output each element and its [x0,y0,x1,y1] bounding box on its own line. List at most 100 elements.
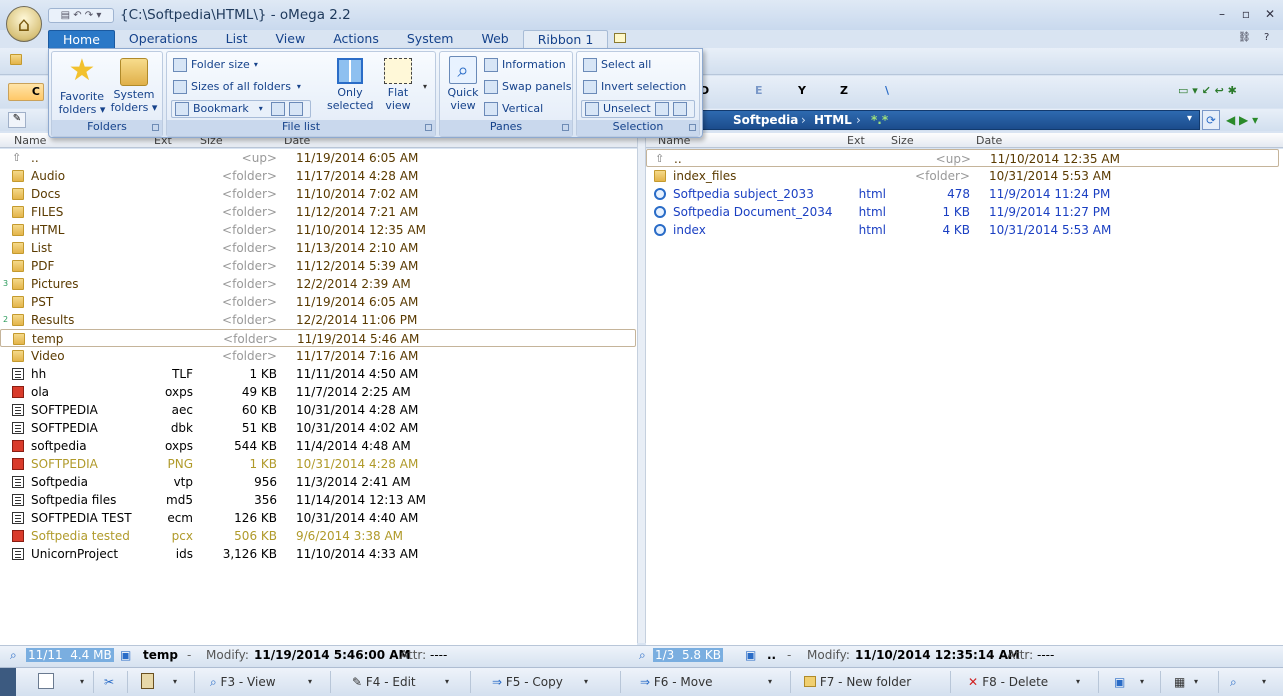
paste-icon[interactable] [141,673,154,689]
f8-delete-button[interactable]: ✕ F8 - Delete [968,673,1048,691]
flat-view-button[interactable]: Flat view [375,56,421,112]
bookmark-add-icon[interactable] [270,102,285,116]
col-size[interactable]: Size [891,134,914,147]
left-file-row[interactable]: Softpedia vtp 956 11/3/2014 2:41 AM [0,473,636,491]
copy-files-icon[interactable] [38,673,54,689]
folder-icon[interactable] [10,54,24,66]
left-file-row[interactable]: temp <folder> 11/19/2014 5:46 AM [0,329,636,347]
left-file-row[interactable]: ola oxps 49 KB 11/7/2014 2:25 AM [0,383,636,401]
edit-path-icon[interactable]: ✎ [8,112,26,128]
bookmark-edit-icon[interactable] [288,102,303,116]
tab-actions[interactable]: Actions [319,30,393,48]
f5-copy-button[interactable]: ⇒ F5 - Copy [492,673,563,691]
network-drive-button[interactable]: \ [885,84,889,97]
ribbon-link-icon[interactable]: ⛓ [1238,32,1254,44]
left-file-row[interactable]: softpedia oxps 544 KB 11/4/2014 4:48 AM [0,437,636,455]
left-file-row[interactable]: Video <folder> 11/17/2014 7:16 AM [0,347,636,365]
properties-icon[interactable]: ▣ [1114,673,1125,691]
nav-icons[interactable]: ▭ ▾ ↙ ↩ ✱ [1178,84,1237,97]
left-file-row[interactable]: Softpedia files md5 356 11/14/2014 12:13 AM [0,491,636,509]
left-file-row[interactable]: 2 Results <folder> 12/2/2014 11:06 PM [0,311,636,329]
chevron-down-icon[interactable]: ▾ [1187,113,1192,124]
invert-selection-button[interactable]: Invert selection [583,78,686,96]
left-file-row[interactable]: SOFTPEDIA dbk 51 KB 10/31/2014 4:02 AM [0,419,636,437]
right-file-row[interactable]: Softpedia Document_2034 html 1 KB 11/9/2014… [646,203,1279,221]
compare-icon[interactable]: ▦ [1174,673,1185,691]
unselect-button[interactable]: Unselect [581,100,695,118]
right-file-list[interactable]: ⇧.. <up> 11/10/2014 12:35 AM index_files <fo… [646,149,1283,645]
favorite-folders-button[interactable]: ★ Favorite folders ▾ [56,56,108,117]
f7-new-folder-button[interactable]: F7 - New folder [804,673,911,691]
left-file-list[interactable]: ⇧.. <up> 11/19/2014 6:05 AM Audio <folder> 11… [0,149,637,645]
left-file-row[interactable]: Docs <folder> 11/10/2014 7:02 AM [0,185,636,203]
tab-view[interactable]: View [262,30,320,48]
refresh-icon[interactable]: ⟳ [1202,110,1220,130]
search-icon[interactable]: ⌕ [1230,673,1237,691]
left-file-row[interactable]: List <folder> 11/13/2014 2:10 AM [0,239,636,257]
right-file-row[interactable]: ⇧.. <up> 11/10/2014 12:35 AM [646,149,1279,167]
left-file-row[interactable]: hh TLF 1 KB 11/11/2014 4:50 AM [0,365,636,383]
drive-z-button[interactable]: Z [840,84,848,97]
swap-panels-button[interactable]: Swap panels [484,78,571,96]
select-all-button[interactable]: Select all [583,56,651,74]
qat-icons[interactable]: ▤ ↶ ↷ ▾ [61,10,102,21]
flat-view-dropdown[interactable]: ▾ [423,82,427,91]
left-file-row[interactable]: Softpedia tested pcx 506 KB 9/6/2014 3:38 A… [0,527,636,545]
drive-e-button[interactable]: E [755,84,763,97]
left-file-row[interactable]: SOFTPEDIA PNG 1 KB 10/31/2014 4:28 AM [0,455,636,473]
tab-list[interactable]: List [212,30,262,48]
left-file-row[interactable]: HTML <folder> 11/10/2014 12:35 AM [0,221,636,239]
tab-home[interactable]: Home [48,30,115,48]
quick-access-toolbar[interactable]: ▤ ↶ ↷ ▾ [48,8,114,23]
app-menu-button[interactable]: ⌂ [6,6,42,42]
tab-ribbon1[interactable]: Ribbon 1 [522,30,609,48]
vertical-button[interactable]: Vertical [484,100,543,118]
search-icon[interactable]: ⌕ [639,648,646,663]
dialog-launcher-icon[interactable] [562,124,569,131]
left-file-row[interactable]: SOFTPEDIA TEST ecm 126 KB 10/31/2014 4:40 A… [0,509,636,527]
information-button[interactable]: Information [484,56,566,74]
dialog-launcher-icon[interactable] [689,124,696,131]
left-file-row[interactable]: Audio <folder> 11/17/2014 4:28 AM [0,167,636,185]
quick-view-button[interactable]: ⌕ Quick view [442,56,484,112]
new-tab-icon[interactable] [608,30,630,48]
history-nav-icons[interactable]: ◀ ▶ ▾ [1226,110,1280,130]
tab-web[interactable]: Web [467,30,522,48]
col-name[interactable]: Name [14,134,46,147]
system-folders-button[interactable]: System folders ▾ [108,56,160,114]
left-file-row[interactable]: PDF <folder> 11/12/2014 5:39 AM [0,257,636,275]
folder-size-button[interactable]: Folder size ▾ [173,56,258,74]
breadcrumb-filter[interactable]: *.* [871,113,888,127]
left-file-row[interactable]: SOFTPEDIA aec 60 KB 10/31/2014 4:28 AM [0,401,636,419]
minimize-icon[interactable]: – [1214,6,1230,22]
drive-y-button[interactable]: Y [798,84,806,97]
right-file-row[interactable]: index html 4 KB 10/31/2014 5:53 AM [646,221,1279,239]
select-minus-icon[interactable] [672,102,687,116]
f3-view-button[interactable]: ⌕ F3 - View [210,673,276,691]
dialog-launcher-icon[interactable] [152,124,159,131]
close-icon[interactable]: ✕ [1262,6,1278,22]
f6-move-button[interactable]: ⇒ F6 - Move [640,673,713,691]
tab-system[interactable]: System [393,30,468,48]
drive-c-button[interactable]: C [8,83,44,101]
f4-edit-button[interactable]: ✎ F4 - Edit [352,673,416,691]
tab-operations[interactable]: Operations [115,30,212,48]
right-file-row[interactable]: index_files <folder> 10/31/2014 5:53 AM [646,167,1279,185]
left-file-row[interactable]: ⇧.. <up> 11/19/2014 6:05 AM [0,149,636,167]
left-file-row[interactable]: PST <folder> 11/19/2014 6:05 AM [0,293,636,311]
left-file-row[interactable]: 3 Pictures <folder> 12/2/2014 2:39 AM [0,275,636,293]
select-plus-icon[interactable] [654,102,669,116]
left-file-row[interactable]: FILES <folder> 11/12/2014 7:21 AM [0,203,636,221]
panel-splitter[interactable] [637,133,646,643]
breadcrumb-softpedia[interactable]: Softpedia [733,113,798,127]
only-selected-button[interactable]: Only selected [327,56,373,112]
right-file-row[interactable]: Softpedia subject_2033 html 478 11/9/2014 1… [646,185,1279,203]
maximize-icon[interactable]: ▫ [1238,6,1254,22]
right-path-breadcrumb[interactable]: Softpedia › HTML › *.* ▾ [700,110,1200,130]
sizes-all-folders-button[interactable]: Sizes of all folders ▾ [173,78,301,96]
left-file-row[interactable]: UnicornProject ids 3,126 KB 11/10/2014 4:33… [0,545,636,563]
bookmark-button[interactable]: Bookmark ▾ [171,100,311,118]
col-date[interactable]: Date [976,134,1002,147]
dialog-launcher-icon[interactable] [425,124,432,131]
breadcrumb-html[interactable]: HTML [814,113,852,127]
